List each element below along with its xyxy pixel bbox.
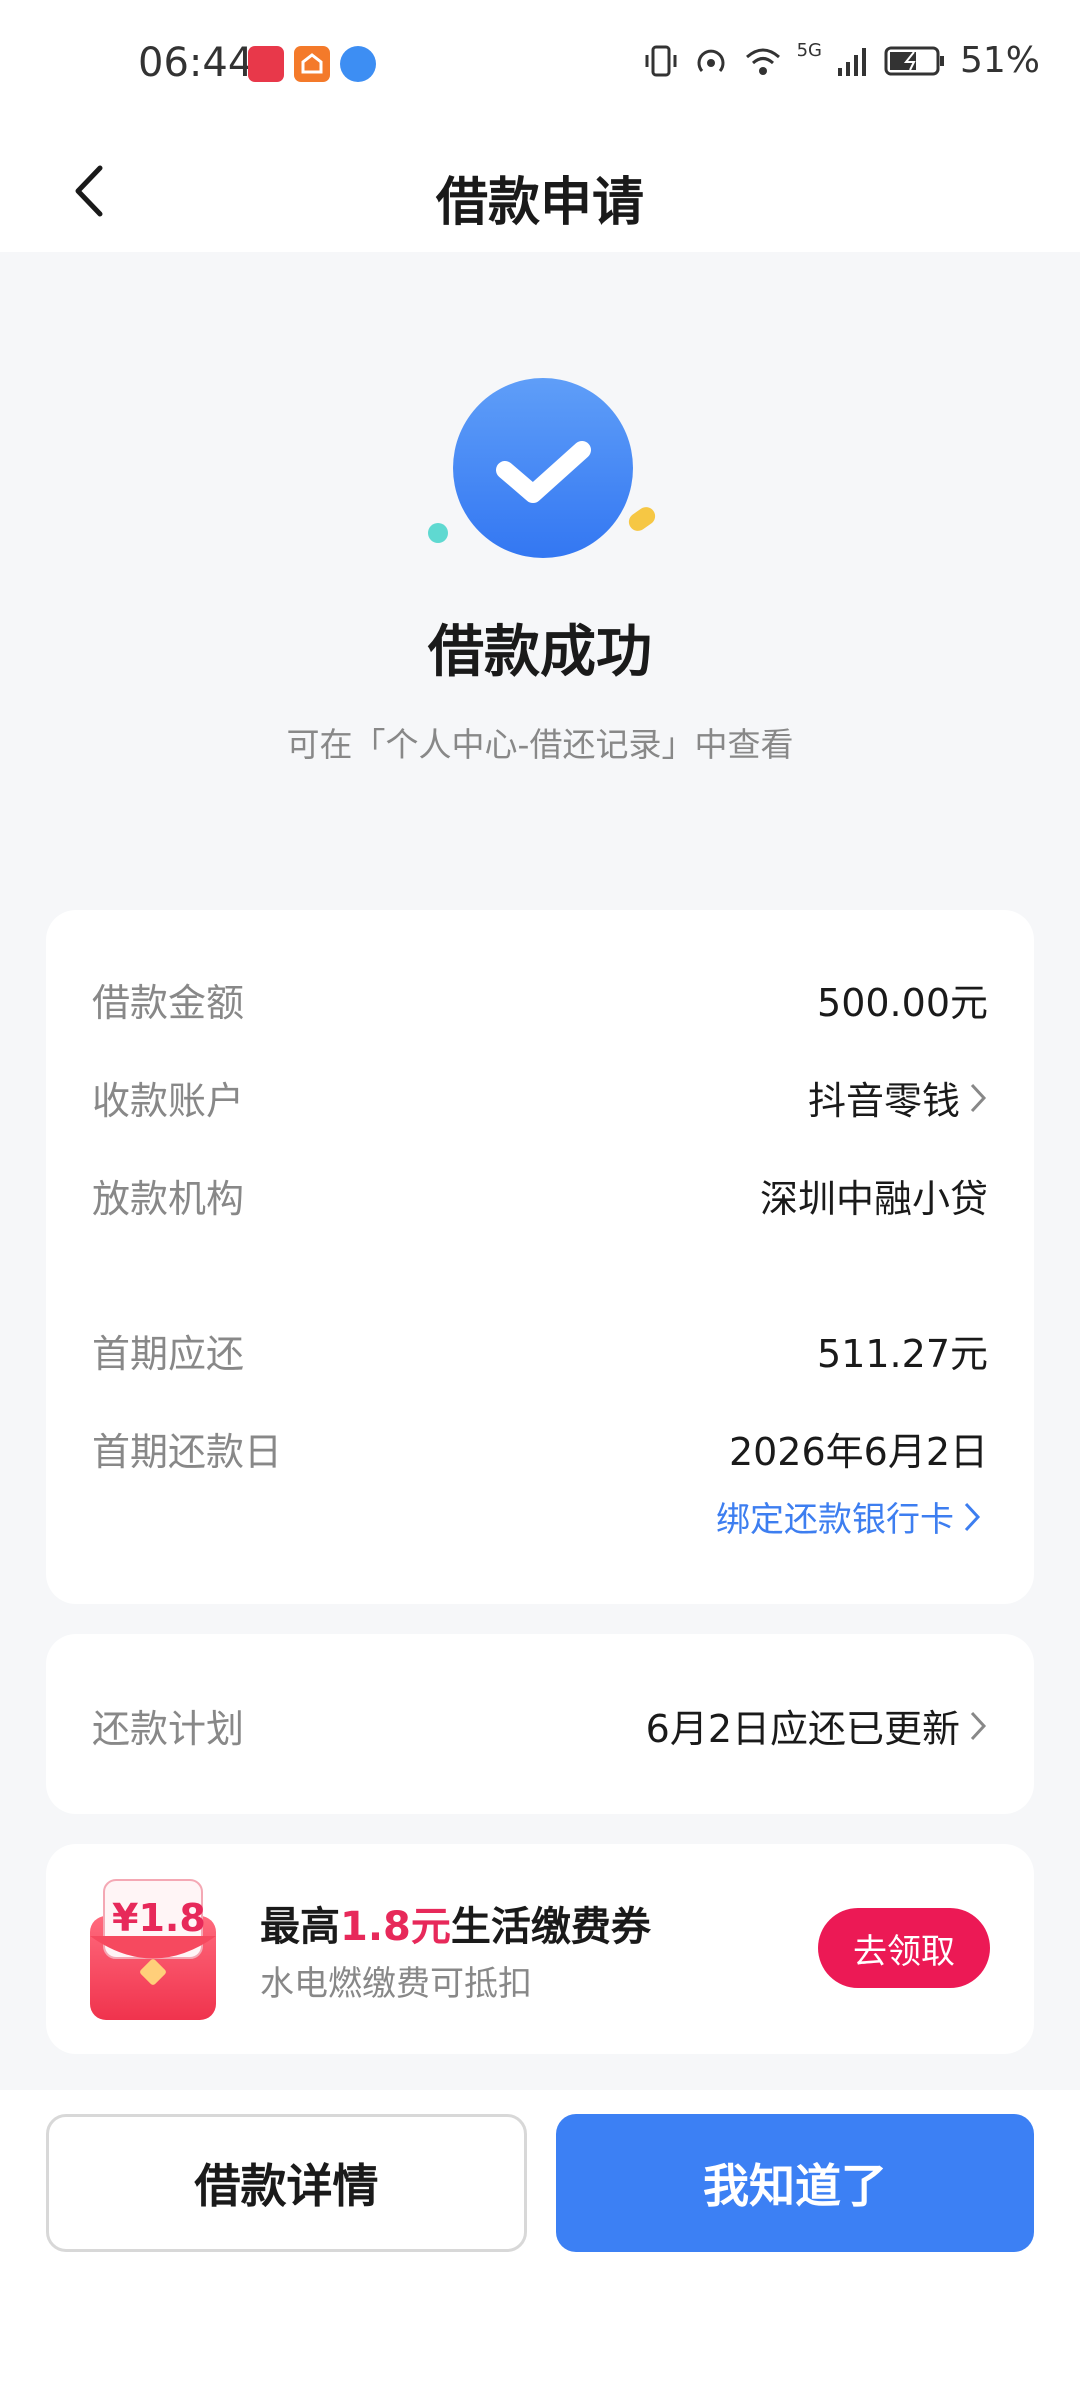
battery-charging-icon [884,46,944,75]
loan-amount-row: 借款金额 500.00元 [92,972,988,1027]
loan-amount-value: 500.00元 [817,981,988,1025]
network-type: 5G [796,40,822,61]
status-bar: 06:44 5G 51% [0,0,1080,130]
repayment-plan-label: 还款计划 [92,1707,245,1751]
coupon-title-prefix: 最高 [260,1904,340,1950]
repayment-plan-value-wrap: 6月2日应还已更新 [646,1698,988,1753]
loan-amount-label: 借款金额 [92,981,245,1025]
coupon-subtitle: 水电燃缴费可抵扣 [260,1964,532,2004]
bind-card-link[interactable]: 绑定还款银行卡 [716,1492,982,1541]
vibrate-icon [645,45,677,76]
bottom-action-bar: 借款详情 我知道了 [0,2090,1080,2400]
nav-bar: 借款申请 [0,130,1080,252]
hotspot-icon [697,49,725,72]
coupon-title-suffix: 生活缴费券 [450,1904,651,1950]
chevron-right-icon [970,1711,987,1740]
huawei-appgallery-icon [248,46,284,82]
loan-details-button[interactable]: 借款详情 [46,2114,527,2252]
account-value: 抖音零钱 [807,1079,960,1123]
account-value-wrap: 抖音零钱 [808,1070,988,1125]
success-title: 借款成功 [428,620,652,685]
loan-detail-card: 借款金额 500.00元 收款账户 抖音零钱 放款机构 深圳中融小贷 首期应还 … [46,910,1034,1604]
lender-value: 深圳中融小贷 [759,1177,988,1221]
first-date-row: 首期还款日 2026年6月2日 [92,1421,988,1476]
first-due-value: 511.27元 [817,1332,988,1376]
page: 06:44 5G 51% 借款申请 借款成功 可在「个人中心-借还记录」中查看 … [0,0,1080,2400]
success-subtitle: 可在「个人中心-借还记录」中查看 [286,725,794,764]
lender-label: 放款机构 [92,1177,245,1221]
page-title: 借款申请 [435,173,644,233]
status-time: 06:44 [138,40,254,86]
lender-row: 放款机构 深圳中融小贷 [92,1168,988,1223]
chevron-right-icon [970,1083,987,1112]
coupon-title-highlight: 1.8元 [340,1904,451,1950]
got-it-button[interactable]: 我知道了 [556,2114,1034,2252]
coupon-badge: ¥1.8 [112,1896,206,1940]
wifi-icon [745,48,780,75]
repayment-plan-value: 6月2日应还已更新 [645,1707,960,1751]
repayment-plan-row[interactable]: 还款计划 6月2日应还已更新 [92,1698,988,1753]
account-row[interactable]: 收款账户 抖音零钱 [92,1070,988,1125]
repayment-plan-card[interactable]: 还款计划 6月2日应还已更新 [46,1634,1034,1814]
first-due-row: 首期应还 511.27元 [92,1323,988,1378]
success-check-icon [428,378,656,558]
status-icons: 5G 51% [643,40,1040,81]
browser-icon [340,46,376,82]
first-date-value: 2026年6月2日 [728,1430,988,1474]
chevron-right-icon [964,1502,981,1531]
signal-icon [837,47,866,76]
claim-coupon-button[interactable]: 去领取 [818,1908,990,1988]
coupon-card: ¥1.8 最高1.8元生活缴费券 水电燃缴费可抵扣 去领取 [46,1844,1034,2054]
first-date-label: 首期还款日 [92,1430,283,1474]
battery-level: 51% [959,40,1040,81]
coupon-title: 最高1.8元生活缴费券 [260,1894,651,1952]
first-due-label: 首期应还 [92,1332,245,1376]
home-app-icon [294,46,330,82]
account-label: 收款账户 [92,1079,245,1123]
bind-card-label: 绑定还款银行卡 [716,1500,954,1540]
